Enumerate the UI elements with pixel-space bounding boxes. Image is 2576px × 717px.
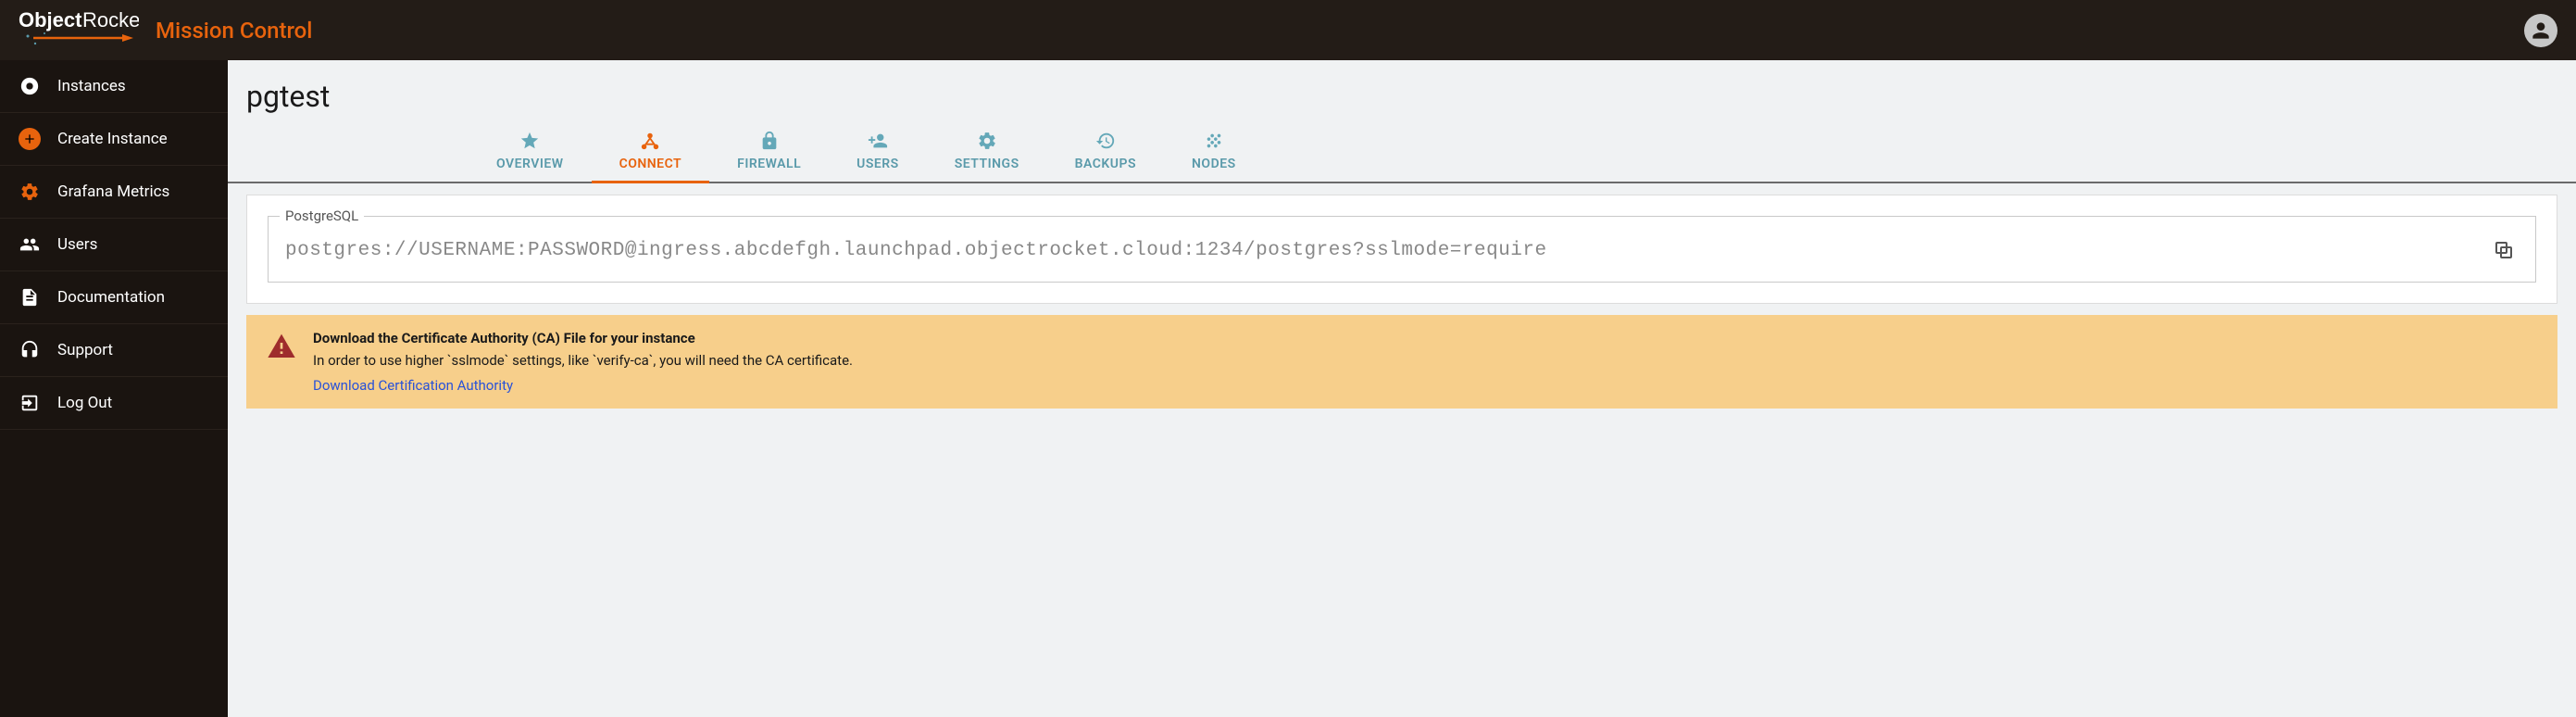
sidebar-item-support[interactable]: Support	[0, 324, 228, 377]
sidebar-item-create-instance[interactable]: Create Instance	[0, 113, 228, 166]
tab-label: BACKUPS	[1075, 157, 1136, 171]
tab-label: OVERVIEW	[496, 157, 564, 171]
sidebar-item-instances[interactable]: Instances	[0, 60, 228, 113]
warning-icon	[267, 332, 296, 365]
tab-settings[interactable]: SETTINGS	[927, 123, 1047, 183]
star-icon	[519, 131, 540, 151]
connect-icon	[640, 131, 660, 151]
person-icon	[2529, 19, 2553, 43]
brand-logo: Object Rocket	[19, 8, 139, 53]
ca-warning-banner: Download the Certificate Authority (CA) …	[246, 315, 2557, 409]
svg-text:Rocket: Rocket	[82, 8, 139, 31]
tab-nodes[interactable]: NODES	[1164, 123, 1264, 183]
fieldset-label: PostgreSQL	[280, 208, 364, 224]
sidebar-item-users[interactable]: Users	[0, 219, 228, 271]
gear-icon	[19, 181, 41, 203]
warning-title: Download the Certificate Authority (CA) …	[313, 330, 2537, 346]
connect-card: PostgreSQL postgres://USERNAME:PASSWORD@…	[246, 195, 2557, 304]
warning-body: Download the Certificate Authority (CA) …	[313, 330, 2537, 394]
tab-overview[interactable]: OVERVIEW	[469, 123, 592, 183]
tab-firewall[interactable]: FIREWALL	[709, 123, 829, 183]
sidebar: Instances Create Instance Grafana Metric…	[0, 60, 228, 717]
document-icon	[19, 286, 41, 308]
plus-icon	[19, 128, 41, 150]
tab-connect[interactable]: CONNECT	[592, 123, 710, 183]
sidebar-item-label: Log Out	[57, 394, 112, 412]
sidebar-item-label: Support	[57, 341, 113, 359]
copy-icon	[2493, 239, 2515, 261]
page-title: pgtest	[228, 60, 2576, 123]
tabs: OVERVIEW CONNECT FIREWALL USERS SETTINGS…	[228, 123, 2576, 183]
sidebar-item-logout[interactable]: Log Out	[0, 377, 228, 430]
app-title: Mission Control	[156, 18, 312, 44]
connection-string-fieldset: PostgreSQL postgres://USERNAME:PASSWORD@…	[268, 216, 2536, 283]
lock-icon	[759, 131, 780, 151]
user-avatar[interactable]	[2524, 14, 2557, 47]
tab-label: USERS	[857, 157, 899, 171]
sidebar-item-label: Instances	[57, 77, 126, 95]
restore-icon	[1095, 131, 1116, 151]
topbar: Object Rocket Mission Control	[0, 0, 2576, 60]
tab-label: FIREWALL	[737, 157, 801, 171]
grain-icon	[1204, 131, 1224, 151]
main-content: pgtest OVERVIEW CONNECT FIREWALL USERS	[228, 60, 2576, 717]
headset-icon	[19, 339, 41, 361]
logout-icon	[19, 392, 41, 414]
svg-text:Object: Object	[19, 8, 82, 31]
tab-users[interactable]: USERS	[829, 123, 927, 183]
tab-label: CONNECT	[619, 157, 682, 171]
add-user-icon	[868, 131, 888, 151]
copy-button[interactable]	[2489, 235, 2519, 265]
logo-area: Object Rocket Mission Control	[19, 8, 312, 53]
users-icon	[19, 233, 41, 256]
instances-icon	[19, 75, 41, 97]
sidebar-item-label: Users	[57, 235, 97, 254]
warning-text: In order to use higher `sslmode` setting…	[313, 352, 2537, 369]
tab-label: NODES	[1192, 157, 1236, 171]
gear-icon	[977, 131, 997, 151]
connection-string: postgres://USERNAME:PASSWORD@ingress.abc…	[285, 240, 2478, 261]
download-ca-link[interactable]: Download Certification Authority	[313, 377, 513, 394]
tab-backups[interactable]: BACKUPS	[1047, 123, 1164, 183]
sidebar-item-label: Documentation	[57, 288, 165, 307]
sidebar-item-label: Create Instance	[57, 130, 168, 148]
sidebar-item-documentation[interactable]: Documentation	[0, 271, 228, 324]
sidebar-item-label: Grafana Metrics	[57, 182, 169, 201]
tab-label: SETTINGS	[955, 157, 1019, 171]
sidebar-item-grafana-metrics[interactable]: Grafana Metrics	[0, 166, 228, 219]
